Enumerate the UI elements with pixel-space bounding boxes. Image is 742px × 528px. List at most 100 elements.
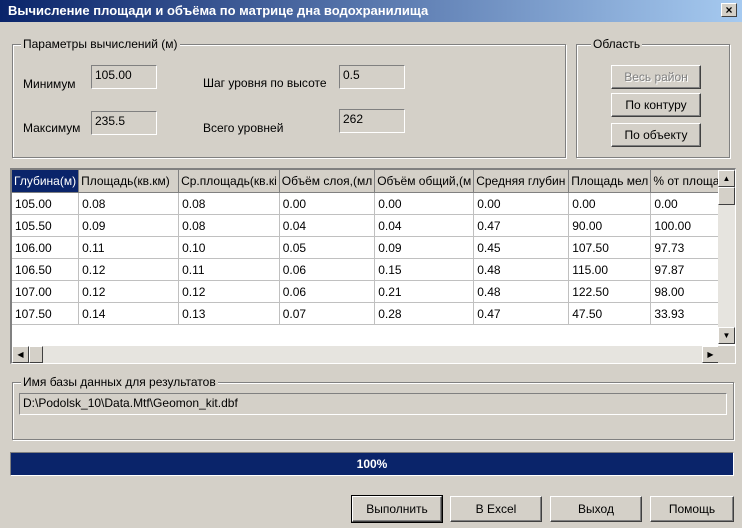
table-cell[interactable]: 0.05 [279,236,376,259]
table-cell[interactable]: 115.00 [568,258,652,281]
horizontal-scrollbar[interactable]: ◀ ▶ [12,346,719,363]
table-cell[interactable]: 0.00 [473,192,570,215]
table-cell[interactable]: 105.50 [12,214,80,237]
table-cell[interactable]: 0.48 [473,258,570,281]
table-row[interactable]: 106.00 0.11 0.10 0.05 0.09 0.45 107.50 97.73 [12,236,728,259]
table-cell[interactable]: 0.07 [279,302,376,325]
table-cell[interactable]: 0.00 [374,192,475,215]
min-field[interactable]: 105.00 [91,65,157,89]
close-button[interactable]: × [721,3,737,17]
db-path-field[interactable]: D:\Podolsk_10\Data.Mtf\Geomon_kit.dbf [19,393,727,415]
table-cell[interactable]: 0.11 [78,236,180,259]
column-header[interactable]: Площадь мел [568,170,652,193]
table-cell[interactable]: 107.50 [568,236,652,259]
db-group: Имя базы данных для результатов D:\Podol… [12,375,734,440]
params-legend: Параметры вычислений (м) [21,37,180,51]
table-cell[interactable]: 100.00 [650,214,728,237]
table-cell[interactable]: 0.47 [473,302,570,325]
table-row[interactable]: 107.00 0.12 0.12 0.06 0.21 0.48 122.50 98.00 [12,280,728,303]
table-cell[interactable]: 0.10 [178,236,280,259]
table-row[interactable]: 107.50 0.14 0.13 0.07 0.28 0.47 47.50 33.93 [12,302,728,325]
results-table: Глубина(м) Площадь(кв.км) Ср.площадь(кв.кі… [12,170,728,325]
table-row[interactable]: 106.50 0.12 0.11 0.06 0.15 0.48 115.00 97.87 [12,258,728,281]
run-button[interactable]: Выполнить [351,495,443,523]
results-grid[interactable]: Глубина(м) Площадь(кв.км) Ср.площадь(кв.кі… [10,168,736,364]
table-cell[interactable]: 106.00 [12,236,80,259]
column-header[interactable]: % от площа [650,170,728,193]
table-cell[interactable]: 106.50 [12,258,80,281]
table-cell[interactable]: 0.12 [78,280,180,303]
column-header[interactable]: Ср.площадь(кв.кі [178,170,280,193]
table-cell[interactable]: 107.00 [12,280,80,303]
by-object-button[interactable]: По объекту [611,123,701,147]
table-cell[interactable]: 0.04 [374,214,475,237]
scroll-down-arrow-icon[interactable]: ▼ [718,327,735,344]
column-header[interactable]: Объём общий,(м [374,170,475,193]
table-cell[interactable]: 0.00 [568,192,652,215]
column-header[interactable]: Глубина(м) [12,170,80,193]
help-button[interactable]: Помощь [650,496,734,522]
table-cell[interactable]: 90.00 [568,214,652,237]
table-cell[interactable]: 0.12 [78,258,180,281]
progress-bar: 100% [10,452,734,476]
table-cell[interactable]: 97.73 [650,236,728,259]
table-cell[interactable]: 98.00 [650,280,728,303]
step-field[interactable]: 0.5 [339,65,405,89]
excel-button[interactable]: В Excel [450,496,542,522]
vertical-scroll-thumb[interactable] [718,187,735,205]
max-label: Максимум [23,121,81,135]
header-row: Глубина(м) Площадь(кв.км) Ср.площадь(кв.кі… [12,170,728,193]
table-cell[interactable]: 0.45 [473,236,570,259]
table-cell[interactable]: 0.09 [78,214,180,237]
table-cell[interactable]: 33.93 [650,302,728,325]
table-row[interactable]: 105.50 0.09 0.08 0.04 0.04 0.47 90.00 100.00 [12,214,728,237]
table-cell[interactable]: 47.50 [568,302,652,325]
table-cell[interactable]: 0.11 [178,258,280,281]
dialog-window: Вычисление площади и объёма по матрице д… [0,0,742,528]
db-legend: Имя базы данных для результатов [21,375,218,389]
column-header[interactable]: Средняя глубин [473,170,570,193]
levels-field: 262 [339,109,405,133]
table-cell[interactable]: 0.14 [78,302,180,325]
window-title: Вычисление площади и объёма по матрице д… [8,3,429,18]
area-group: Область Весь район По контуру По объекту [576,37,730,158]
table-cell[interactable]: 0.15 [374,258,475,281]
table-cell[interactable]: 0.04 [279,214,376,237]
table-cell[interactable]: 97.87 [650,258,728,281]
table-row[interactable]: 105.00 0.08 0.08 0.00 0.00 0.00 0.00 0.00 [12,192,728,215]
column-header[interactable]: Объём слоя,(мл [279,170,376,193]
by-contour-button[interactable]: По контуру [611,93,701,117]
horizontal-scroll-thumb[interactable] [29,346,43,363]
table-cell[interactable]: 0.48 [473,280,570,303]
max-field[interactable]: 235.5 [91,111,157,135]
table-cell[interactable]: 122.50 [568,280,652,303]
table-cell[interactable]: 0.12 [178,280,280,303]
progress-label: 100% [356,457,388,471]
table-cell[interactable]: 0.08 [178,214,280,237]
exit-button[interactable]: Выход [550,496,642,522]
scroll-corner [718,346,735,363]
table-cell[interactable]: 0.28 [374,302,475,325]
table-cell[interactable]: 0.06 [279,280,376,303]
table-cell[interactable]: 0.08 [178,192,280,215]
params-group: Параметры вычислений (м) Минимум 105.00 … [12,37,566,158]
table-cell[interactable]: 0.47 [473,214,570,237]
min-label: Минимум [23,77,76,91]
table-cell[interactable]: 105.00 [12,192,80,215]
table-cell[interactable]: 0.09 [374,236,475,259]
column-header[interactable]: Площадь(кв.км) [78,170,180,193]
table-cell[interactable]: 0.08 [78,192,180,215]
table-cell[interactable]: 0.13 [178,302,280,325]
all-region-button[interactable]: Весь район [611,65,701,89]
table-cell[interactable]: 0.21 [374,280,475,303]
vertical-scrollbar[interactable]: ▲ ▼ [718,170,735,344]
scroll-left-arrow-icon[interactable]: ◀ [12,346,29,363]
table-cell[interactable]: 107.50 [12,302,80,325]
title-bar[interactable]: Вычисление площади и объёма по матрице д… [0,0,742,22]
scroll-right-arrow-icon[interactable]: ▶ [702,346,719,363]
table-cell[interactable]: 0.00 [650,192,728,215]
area-legend: Область [591,37,643,51]
table-cell[interactable]: 0.00 [279,192,376,215]
scroll-up-arrow-icon[interactable]: ▲ [718,170,735,187]
table-cell[interactable]: 0.06 [279,258,376,281]
